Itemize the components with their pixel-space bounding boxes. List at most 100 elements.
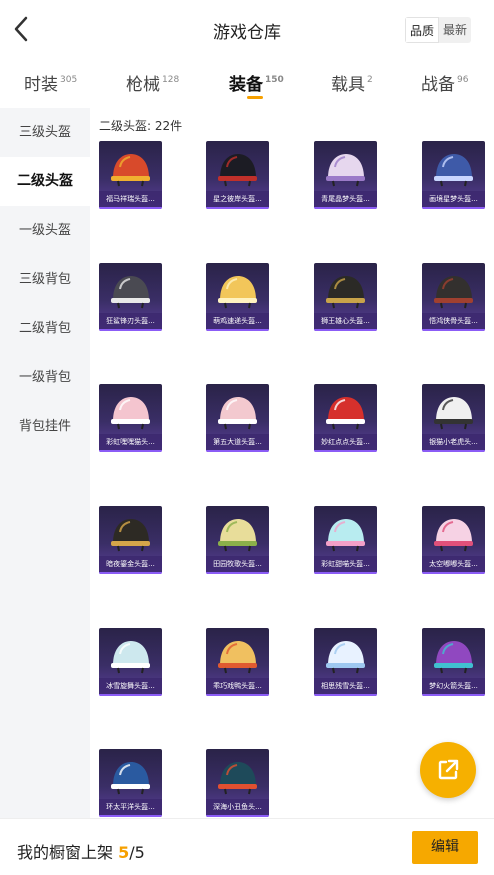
item-card[interactable]: 乖巧戏鸭头盔... (206, 628, 269, 696)
item-name: 星之彼岸头盔... (206, 191, 269, 207)
duck-helmet-icon (218, 641, 257, 674)
share-button[interactable] (420, 742, 476, 798)
item-card[interactable]: 狂鲨锋刃头盔... (99, 263, 162, 331)
tab-fashion[interactable]: 时装 305 (24, 70, 77, 95)
item-name: 深海小丑鱼头... (206, 799, 269, 815)
sidebar-item-level3-backpack[interactable]: 三级背包 (0, 255, 90, 304)
item-name: 青尾晶梦头盔... (314, 191, 377, 207)
item-name: 田园牧歌头盔... (206, 556, 269, 572)
rarity-bar (314, 329, 377, 331)
red-dot-helmet-icon (326, 397, 365, 430)
footer-bar: 我的橱窗上架 5/5 编辑 (0, 818, 494, 875)
rarity-bar (206, 815, 269, 817)
sidebar: 三级头盔 二级头盔 一级头盔 三级背包 二级背包 一级背包 背包挂件 (0, 108, 90, 818)
item-card[interactable]: 环太平洋头盔... (99, 749, 162, 817)
tab-guns[interactable]: 枪械 128 (126, 70, 179, 95)
sort-toggle[interactable]: 品质 最新 (405, 17, 472, 43)
item-name: 彩虹嘿嘿猫头... (99, 434, 162, 450)
item-card[interactable]: 青尾晶梦头盔... (314, 141, 377, 209)
snow-helmet-icon (326, 641, 365, 674)
red-helmet-icon (111, 154, 150, 187)
item-name: 环太平洋头盔... (99, 799, 162, 815)
rarity-bar (422, 450, 485, 452)
tab-supplies[interactable]: 战备 96 (421, 70, 468, 95)
sidebar-item-level2-backpack[interactable]: 二级背包 (0, 304, 90, 353)
item-name: 福马祥瑞头盔... (99, 191, 162, 207)
rarity-bar (99, 694, 162, 696)
gold-helmet-icon (111, 519, 150, 552)
rarity-bar (206, 450, 269, 452)
floral-helmet-icon (218, 397, 257, 430)
category-tabs: 时装 305 枪械 128 装备 150 载具 2 战备 96 (0, 58, 494, 108)
item-card[interactable]: 暗夜鎏金头盔... (99, 506, 162, 574)
dark-helmet-icon (434, 276, 473, 309)
item-name: 第五大道头盔... (206, 434, 269, 450)
lion-helmet-icon (326, 276, 365, 309)
share-icon (438, 759, 459, 780)
rarity-bar (99, 572, 162, 574)
clownfish-helmet-icon (218, 762, 257, 795)
rarity-bar (206, 207, 269, 209)
item-card[interactable]: 悟鸿侠骨头盔... (422, 263, 485, 331)
pink-cat-helmet-icon (111, 397, 150, 430)
item-card[interactable]: 妙红点点头盔... (314, 384, 377, 452)
item-card[interactable]: 冰雪旋舞头盔... (99, 628, 162, 696)
item-card[interactable]: 深海小丑鱼头... (206, 749, 269, 817)
showcase-status: 我的橱窗上架 5/5 (17, 843, 145, 862)
space-helmet-icon (434, 519, 473, 552)
sidebar-item-level1-backpack[interactable]: 一级背包 (0, 353, 90, 402)
item-name: 冰雪旋舞头盔... (99, 678, 162, 694)
tab-vehicles[interactable]: 载具 2 (331, 70, 373, 95)
section-title: 二级头盔: 22件 (99, 119, 183, 133)
item-card[interactable]: 星之彼岸头盔... (206, 141, 269, 209)
ice-helmet-icon (111, 641, 150, 674)
rarity-bar (422, 694, 485, 696)
pink-helmet-icon (326, 154, 365, 187)
rarity-bar (206, 329, 269, 331)
tab-equipment[interactable]: 装备 150 (229, 70, 284, 99)
item-card[interactable]: 彩虹甜喵头盔... (314, 506, 377, 574)
rarity-bar (422, 329, 485, 331)
rarity-bar (99, 450, 162, 452)
sidebar-item-level1-helmet[interactable]: 一级头盔 (0, 206, 90, 255)
tiger-helmet-icon (434, 397, 473, 430)
item-name: 太空嘟嘟头盔... (422, 556, 485, 572)
sidebar-item-level3-helmet[interactable]: 三级头盔 (0, 108, 90, 157)
rarity-bar (422, 572, 485, 574)
item-card[interactable]: 田园牧歌头盔... (206, 506, 269, 574)
item-name: 妙红点点头盔... (314, 434, 377, 450)
item-name: 画境星梦头盔... (422, 191, 485, 207)
item-card[interactable]: 梦幻火箭头盔... (422, 628, 485, 696)
item-name: 相思残雪头盔... (314, 678, 377, 694)
cat-ear-helmet-icon (326, 519, 365, 552)
item-card[interactable]: 相思残雪头盔... (314, 628, 377, 696)
sort-latest-button[interactable]: 最新 (439, 17, 471, 43)
item-card[interactable]: 狮王雄心头盔... (314, 263, 377, 331)
sidebar-item-level2-helmet[interactable]: 二级头盔 (0, 157, 90, 206)
header: 游戏仓库 品质 最新 (0, 0, 494, 58)
rarity-bar (206, 572, 269, 574)
item-card[interactable]: 画境星梦头盔... (422, 141, 485, 209)
item-card[interactable]: 银猫小老虎头... (422, 384, 485, 452)
black-helmet-icon (218, 154, 257, 187)
rarity-bar (422, 207, 485, 209)
rarity-bar (99, 815, 162, 817)
item-name: 银猫小老虎头... (422, 434, 485, 450)
item-name: 暗夜鎏金头盔... (99, 556, 162, 572)
item-name: 梦幻火箭头盔... (422, 678, 485, 694)
item-name: 彩虹甜喵头盔... (314, 556, 377, 572)
item-name: 乖巧戏鸭头盔... (206, 678, 269, 694)
rarity-bar (99, 207, 162, 209)
item-card[interactable]: 福马祥瑞头盔... (99, 141, 162, 209)
item-name: 萌鸡速递头盔... (206, 313, 269, 329)
item-card[interactable]: 彩虹嘿嘿猫头... (99, 384, 162, 452)
item-card[interactable]: 第五大道头盔... (206, 384, 269, 452)
rarity-bar (314, 694, 377, 696)
leaf-helmet-icon (218, 519, 257, 552)
sidebar-item-backpack-charm[interactable]: 背包挂件 (0, 402, 90, 451)
sort-quality-button[interactable]: 品质 (405, 17, 440, 43)
item-card[interactable]: 太空嘟嘟头盔... (422, 506, 485, 574)
shark-helmet-icon (111, 276, 150, 309)
edit-button[interactable]: 编辑 (412, 831, 478, 864)
item-card[interactable]: 萌鸡速递头盔... (206, 263, 269, 331)
